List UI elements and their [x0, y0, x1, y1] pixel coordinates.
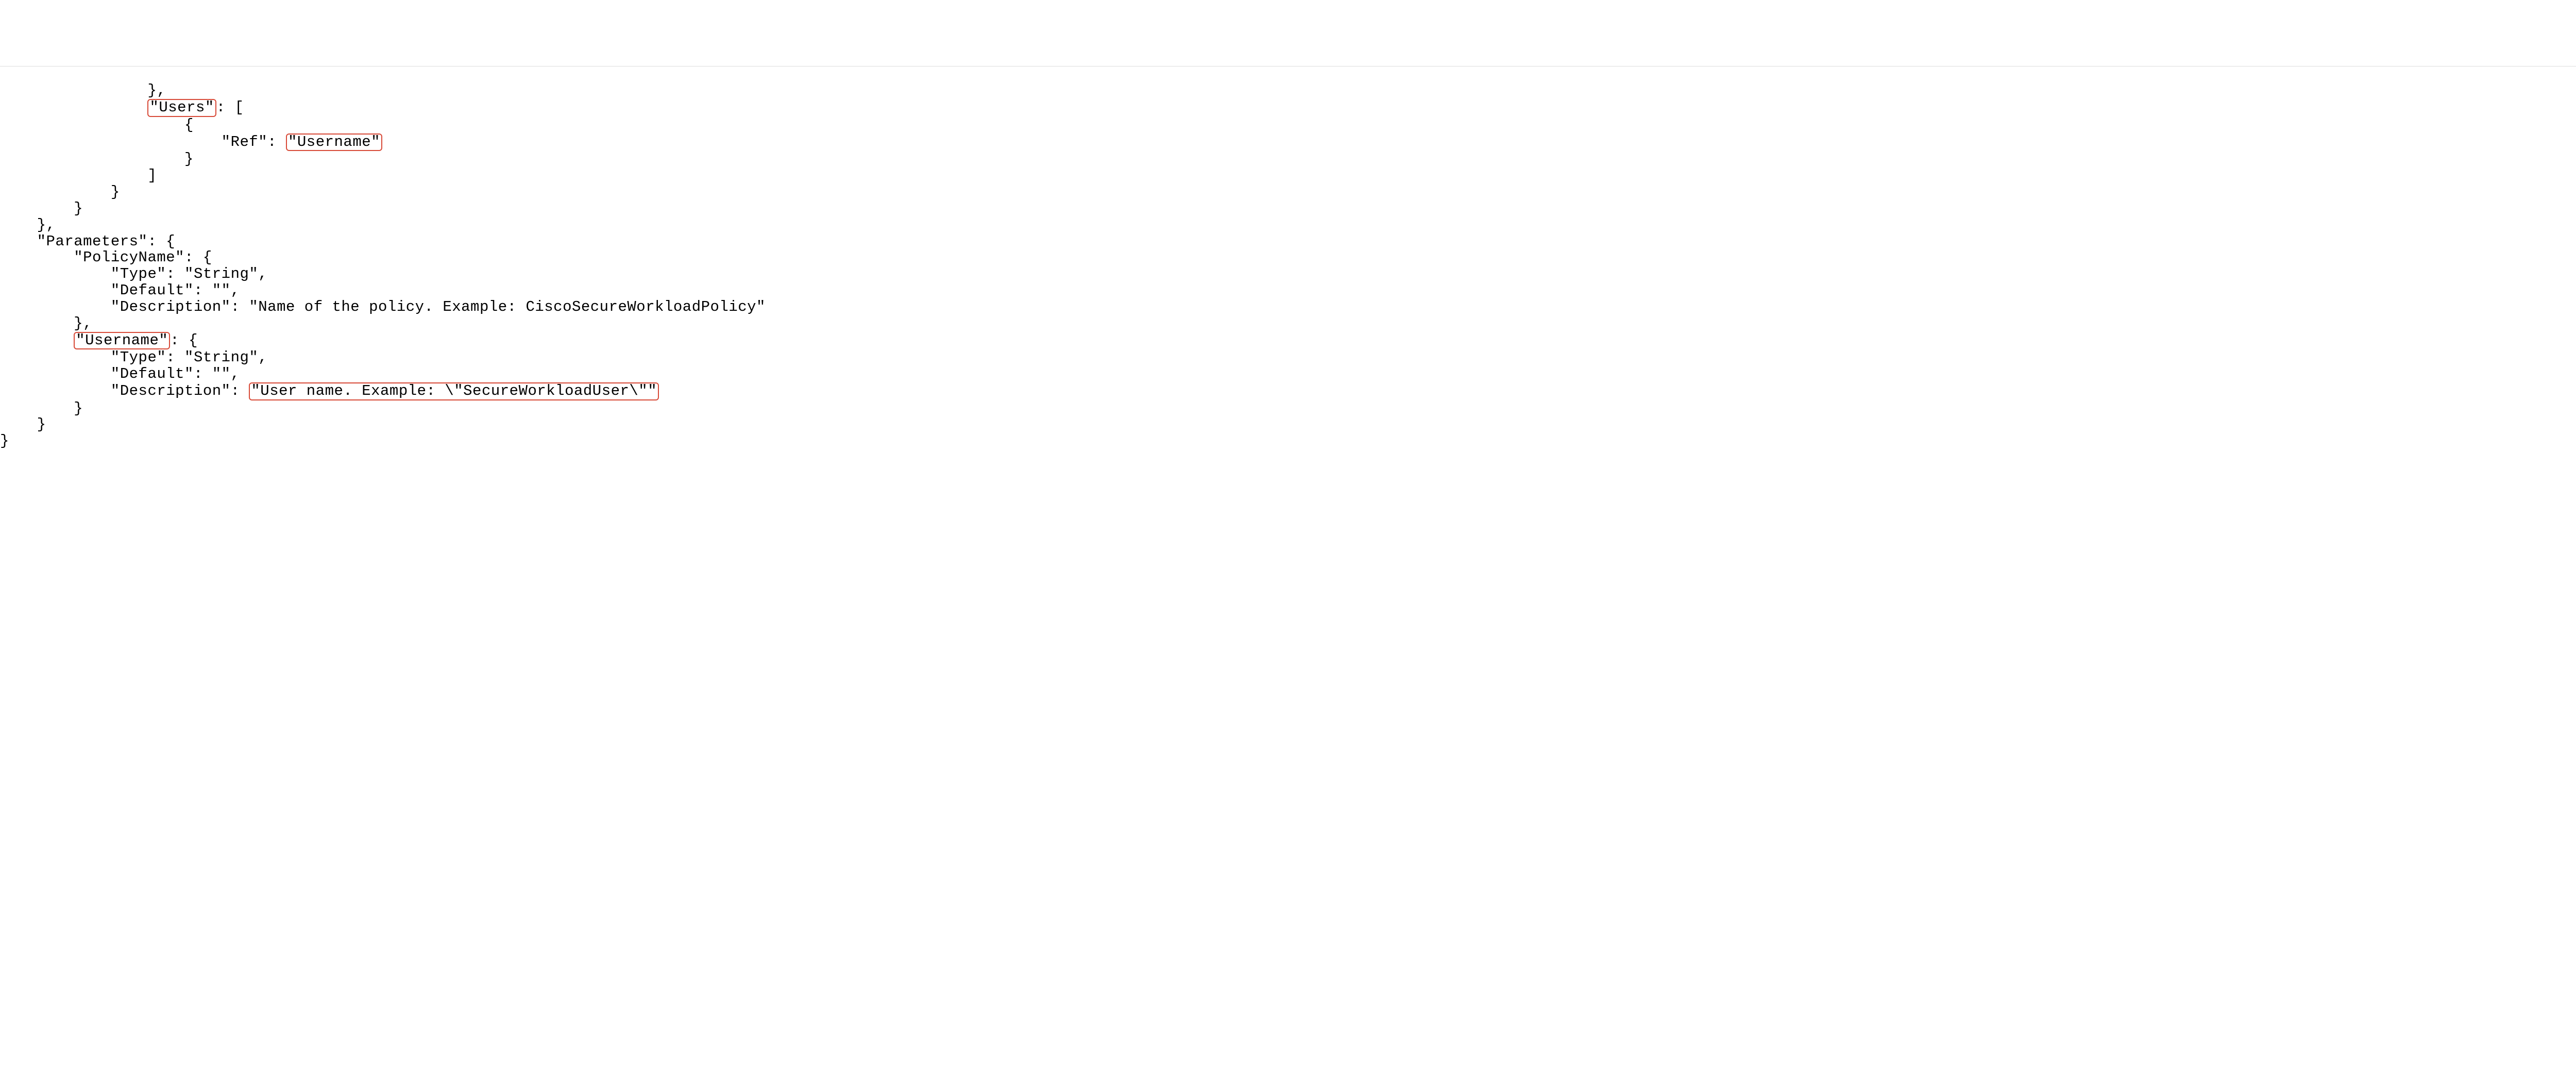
code-line: }: [0, 183, 120, 200]
code-line: }: [0, 150, 194, 168]
highlight-username-param: "Username": [74, 332, 170, 349]
code-line: ]: [0, 167, 157, 184]
code-line: "Type": "String",: [0, 349, 267, 366]
code-line-prefix: [0, 332, 74, 349]
code-line-prefix: [0, 99, 147, 116]
code-line: },: [0, 315, 92, 332]
code-line: "Parameters": {: [0, 233, 175, 250]
code-line-suffix: : {: [170, 332, 198, 349]
code-line-prefix: "Description":: [0, 382, 249, 399]
code-line: "Description": "Name of the policy. Exam…: [0, 298, 766, 315]
highlight-users-key: "Users": [147, 99, 216, 116]
code-line: "PolicyName": {: [0, 249, 212, 266]
code-line-suffix: : [: [216, 99, 244, 116]
code-line: },: [0, 216, 55, 233]
code-line: }: [0, 432, 9, 449]
code-line: }: [0, 200, 83, 217]
code-line: "Type": "String",: [0, 265, 267, 282]
code-line: },: [0, 82, 166, 99]
code-line: {: [0, 116, 194, 133]
code-line: "Default": "",: [0, 365, 240, 382]
code-line: }: [0, 400, 83, 417]
code-line: }: [0, 416, 46, 433]
code-block: }, "Users": [ { "Ref": "Username" } ] } …: [0, 66, 2576, 450]
highlight-username-ref: "Username": [286, 133, 382, 151]
code-line-prefix: "Ref":: [0, 133, 286, 150]
code-line: "Default": "",: [0, 282, 240, 299]
highlight-description-value: "User name. Example: \"SecureWorkloadUse…: [249, 382, 659, 400]
